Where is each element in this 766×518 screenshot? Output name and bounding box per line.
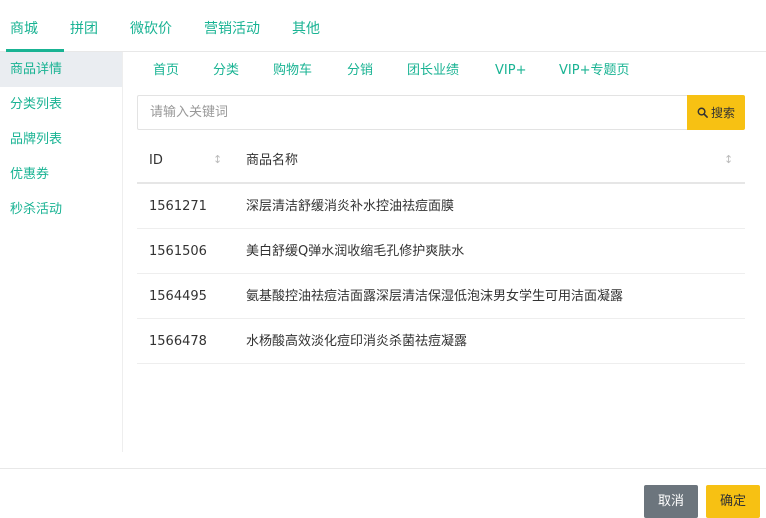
table-row[interactable]: 1566478 水杨酸高效淡化痘印消炎杀菌祛痘凝露	[137, 319, 745, 364]
sidebar: 商品详情 分类列表 品牌列表 优惠券 秒杀活动	[0, 52, 123, 452]
tab-group-buy[interactable]: 拼团	[70, 0, 98, 51]
subtab-leader-performance[interactable]: 团长业绩	[407, 52, 459, 90]
sidebar-item-category-list[interactable]: 分类列表	[0, 87, 122, 122]
cell-product-name: 美白舒缓Q弹水润收缩毛孔修护爽肤水	[246, 244, 465, 259]
search-input[interactable]	[137, 95, 688, 130]
top-tab-bar: 商城 拼团 微砍价 营销活动 其他	[0, 0, 766, 52]
table-row[interactable]: 1561271 深层清洁舒缓消炎补水控油祛痘面膜	[137, 184, 745, 229]
tab-bargain[interactable]: 微砍价	[130, 0, 172, 51]
sort-icon[interactable]: ↕	[724, 153, 733, 166]
column-header-id[interactable]: ID	[149, 139, 163, 182]
tab-other[interactable]: 其他	[292, 0, 320, 51]
tab-marketing[interactable]: 营销活动	[204, 0, 260, 51]
subtab-cart[interactable]: 购物车	[273, 52, 312, 90]
search-icon	[697, 107, 708, 118]
search-bar: 搜索	[137, 95, 745, 130]
column-header-name[interactable]: 商品名称	[246, 139, 298, 182]
cell-id: 1561271	[149, 199, 207, 214]
table-row[interactable]: 1561506 美白舒缓Q弹水润收缩毛孔修护爽肤水	[137, 229, 745, 274]
search-button-label: 搜索	[710, 106, 735, 120]
subtab-category[interactable]: 分类	[213, 52, 239, 90]
subtab-home[interactable]: 首页	[153, 52, 179, 90]
sidebar-item-flash-sale[interactable]: 秒杀活动	[0, 192, 122, 227]
sort-icon[interactable]: ↕	[213, 153, 222, 166]
subtab-distribution[interactable]: 分销	[347, 52, 373, 90]
cell-id: 1566478	[149, 334, 207, 349]
cancel-button[interactable]: 取消	[644, 485, 698, 518]
cell-product-name: 水杨酸高效淡化痘印消炎杀菌祛痘凝露	[246, 334, 468, 349]
confirm-button[interactable]: 确定	[706, 485, 760, 518]
search-button[interactable]: 搜索	[687, 95, 745, 130]
product-table: ID ↕ 商品名称 ↕ 1561271 深层清洁舒缓消炎补水控油祛痘面膜 156…	[137, 139, 745, 364]
sidebar-item-coupon[interactable]: 优惠券	[0, 157, 122, 192]
cell-id: 1564495	[149, 289, 207, 304]
tab-mall[interactable]: 商城	[6, 0, 64, 52]
cell-product-name: 氨基酸控油祛痘洁面露深层清洁保湿低泡沫男女学生可用洁面凝露	[246, 289, 624, 304]
sidebar-item-brand-list[interactable]: 品牌列表	[0, 122, 122, 157]
sidebar-item-product-detail[interactable]: 商品详情	[0, 52, 122, 87]
footer-divider	[0, 468, 766, 469]
table-header: ID ↕ 商品名称 ↕	[137, 139, 745, 184]
cell-id: 1561506	[149, 244, 207, 259]
subtab-vip-plus[interactable]: VIP+	[495, 52, 526, 90]
subtab-vip-plus-topic[interactable]: VIP+专题页	[559, 52, 629, 90]
cell-product-name: 深层清洁舒缓消炎补水控油祛痘面膜	[246, 199, 455, 214]
table-row[interactable]: 1564495 氨基酸控油祛痘洁面露深层清洁保湿低泡沫男女学生可用洁面凝露	[137, 274, 745, 319]
